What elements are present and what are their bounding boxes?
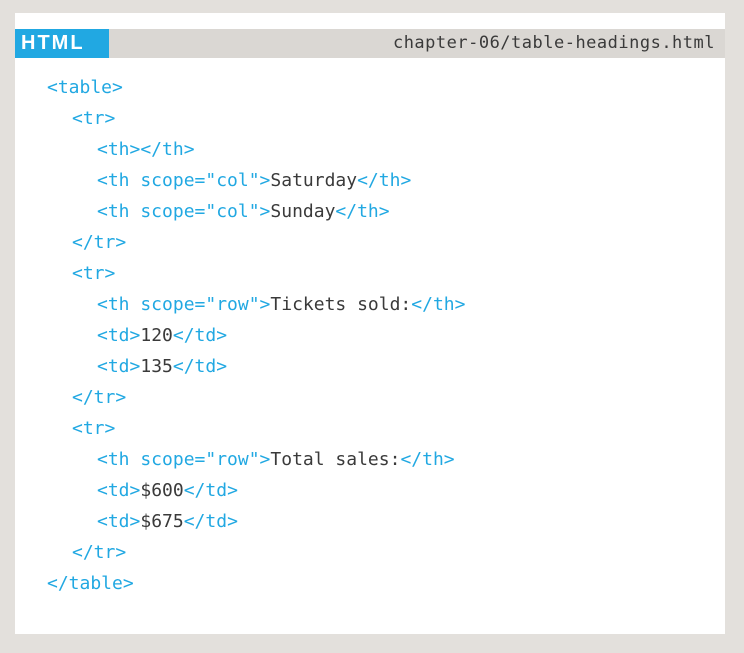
code-line: <td>$675</td> [47,506,465,537]
code-tag-token: </td> [172,325,228,346]
code-line: </table> [47,568,465,599]
code-line: <td>120</td> [47,320,465,351]
code-tag-token: <tr> [72,108,116,129]
code-text-token: 135 [140,356,173,377]
code-tag-token: </tr> [72,232,127,253]
code-tag-token: </tr> [72,387,127,408]
code-tag-token: <th scope="row"> [97,294,271,315]
code-tag-token: </th> [411,294,466,315]
code-line: </tr> [47,537,465,568]
code-line: </tr> [47,382,465,413]
code-tag-token: </td> [172,356,228,377]
code-tag-token: <th scope="col"> [97,170,271,191]
code-line: <th scope="col">Saturday</th> [47,165,465,196]
code-text-token: 120 [140,325,173,346]
code-tag-token: <table> [47,77,123,98]
code-line: <th scope="col">Sunday</th> [47,196,465,227]
code-line: <th></th> [47,134,465,165]
code-line: <td>135</td> [47,351,465,382]
code-line: <th scope="row">Tickets sold:</th> [47,289,465,320]
code-tag-token: <td> [97,511,141,532]
code-text-token: $675 [140,511,184,532]
code-tag-token: </td> [183,511,238,532]
code-line: <tr> [47,258,465,289]
code-line: <td>$600</td> [47,475,465,506]
code-tag-token: <td> [97,356,141,377]
code-tag-token: <td> [97,325,141,346]
code-tag-token: </th> [357,170,412,191]
code-line: <table> [47,72,465,103]
code-tag-token: <tr> [72,418,116,439]
code-block: <table> <tr> <th></th> <th scope="col">Satu… [47,72,465,599]
code-tag-token: </table> [47,573,134,594]
code-text-token: Tickets sold: [270,294,412,315]
code-tag-token: <th scope="col"> [97,201,271,222]
code-tag-token: <td> [97,480,141,501]
language-badge: HTML [15,29,109,58]
code-line: <tr> [47,103,465,134]
file-path: chapter-06/table-headings.html [392,33,715,53]
code-tag-token: </td> [183,480,238,501]
code-text-token: Total sales: [270,449,401,470]
code-tag-token: <th scope="row"> [97,449,271,470]
code-line: <tr> [47,413,465,444]
code-text-token: $600 [140,480,184,501]
code-line: </tr> [47,227,465,258]
code-text-token: Saturday [270,170,358,191]
code-text-token: Sunday [270,201,336,222]
code-tag-token: </th> [335,201,390,222]
code-tag-token: <tr> [72,263,116,284]
code-tag-token: <th></th> [97,139,195,160]
code-header-bar: HTML chapter-06/table-headings.html [15,29,725,58]
code-tag-token: </tr> [72,542,127,563]
code-line: <th scope="row">Total sales:</th> [47,444,465,475]
code-tag-token: </th> [400,449,455,470]
